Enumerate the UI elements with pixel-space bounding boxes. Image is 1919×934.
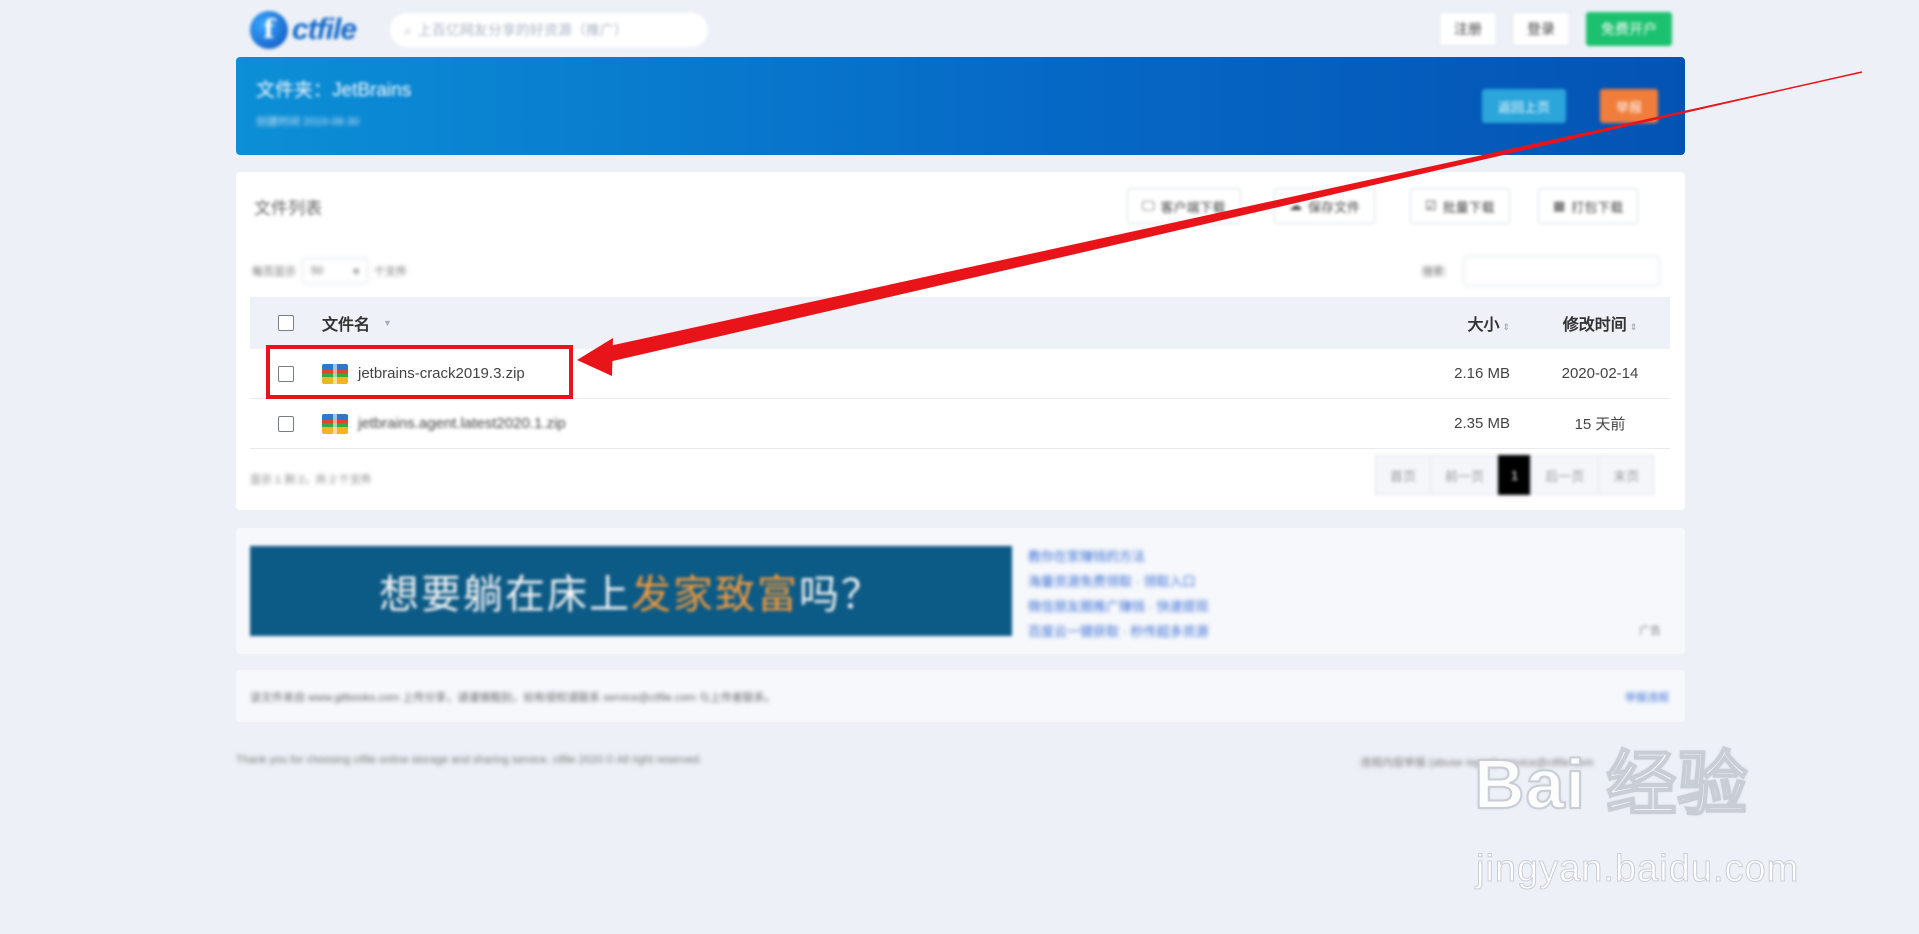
pagination: 首页 前一页 1 后一页 末页 — [1375, 455, 1655, 495]
first-page-button[interactable]: 首页 — [1375, 455, 1432, 495]
chevron-down-icon: ▾ — [353, 265, 359, 278]
search-placeholder: 上百亿网友分享的好资源（推广） — [417, 22, 628, 38]
package-download-button[interactable]: ▦ 打包下载 — [1538, 188, 1639, 224]
ad-links: 教你在家赚钱的方法 海量资源免费领取 · 领取入口 微信朋友圈推广赚钱 · 快速… — [1028, 546, 1209, 640]
ad-link[interactable]: 教你在家赚钱的方法 — [1028, 546, 1209, 565]
logo-text: ctfile — [292, 13, 357, 46]
date-column-header[interactable]: 修改时间 ⇕ — [1530, 311, 1670, 335]
table-search: 搜索: — [1422, 256, 1661, 286]
file-date: 15 天前 — [1574, 416, 1626, 433]
archive-icon: ▦ — [1553, 198, 1566, 213]
ad-banner-image[interactable]: 想要躺在床上 发家致富 吗？ — [250, 546, 1012, 636]
sort-icon: ⇕ — [1629, 322, 1638, 332]
notice-text: 该文件来自 www.gitbooks.com 上传分享，请谨慎甄别，如有侵权请联… — [250, 692, 776, 704]
watermark-logo: Bai 经验 — [1473, 744, 1749, 824]
table-header: 文件名 ▼ 大小 ⇕ 修改时间 ⇕ — [250, 297, 1670, 349]
zip-file-icon — [322, 413, 348, 434]
register-button[interactable]: 注册 — [1439, 12, 1497, 46]
ad-link[interactable]: 海量资源免费领取 · 领取入口 — [1028, 571, 1209, 590]
last-page-button[interactable]: 末页 — [1598, 455, 1655, 495]
size-column-header[interactable]: 大小 ⇕ — [1380, 311, 1530, 335]
ad-text-a: 想要躺在床上 — [379, 573, 631, 617]
file-size: 2.35 MB — [1454, 415, 1510, 432]
check-icon: ☑ — [1425, 198, 1437, 213]
sort-icon: ⇕ — [1502, 322, 1510, 332]
file-list-panel: 文件列表 🖵 客户端下载 ☁ 保存文件 ☑ 批量下载 ▦ 打包下载 每页显示 5… — [236, 172, 1685, 510]
next-page-button[interactable]: 后一页 — [1530, 455, 1600, 495]
ad-panel: 想要躺在床上 发家致富 吗？ 教你在家赚钱的方法 海量资源免费领取 · 领取入口 微… — [236, 528, 1685, 654]
client-download-button[interactable]: 🖵 客户端下载 — [1127, 188, 1241, 224]
footer-copyright: Thank you for choosing ctfile online sto… — [236, 754, 703, 766]
prev-page-button[interactable]: 前一页 — [1430, 455, 1500, 495]
save-file-label: 保存文件 — [1308, 199, 1361, 215]
highlight-box — [266, 345, 573, 399]
name-header-label: 文件名 — [322, 317, 371, 334]
watermark-url: jingyan.baidu.com — [1475, 848, 1800, 891]
package-download-label: 打包下载 — [1571, 199, 1624, 215]
folder-banner: 文件夹：JetBrains 创建时间 2019-08-30 返回上页 举报 — [236, 57, 1685, 155]
monitor-icon: 🖵 — [1142, 198, 1155, 213]
name-column-header[interactable]: 文件名 ▼ — [322, 311, 1380, 335]
report-button[interactable]: 举报 — [1600, 89, 1659, 123]
ad-link[interactable]: 微信朋友圈推广赚钱 · 快速提现 — [1028, 596, 1209, 615]
back-button[interactable]: 返回上页 — [1482, 89, 1567, 123]
file-date: 2020-02-14 — [1561, 365, 1639, 382]
ad-text-b: 吗？ — [799, 573, 883, 617]
login-button[interactable]: 登录 — [1512, 12, 1570, 46]
length-suffix: 个文件 — [374, 266, 407, 278]
batch-download-button[interactable]: ☑ 批量下载 — [1410, 188, 1510, 224]
folder-title: 文件夹：JetBrains — [256, 80, 412, 101]
page-length-select[interactable]: 50 ▾ — [302, 258, 368, 284]
ad-link[interactable]: 百度云一键获取 · 秒传超多资源 — [1028, 621, 1209, 640]
length-prefix: 每页显示 — [252, 266, 296, 278]
sort-desc-icon: ▼ — [383, 318, 392, 328]
top-bar: f ctfile ⌕ 上百亿网友分享的好资源（推广） 注册 登录 免费开户 — [236, 8, 1686, 52]
site-search-input[interactable]: ⌕ 上百亿网友分享的好资源（推广） — [390, 13, 708, 47]
file-size: 2.16 MB — [1454, 365, 1510, 382]
table-info: 显示 1 到 2，共 2 个文件 — [250, 474, 372, 486]
baidu-watermark: Bai 经验 jingyan.baidu.com — [1473, 728, 1799, 891]
ad-tag: 广告 — [1639, 625, 1661, 637]
open-account-button[interactable]: 免费开户 — [1586, 12, 1672, 46]
page-length-control: 每页显示 50 ▾ 个文件 — [252, 258, 407, 284]
size-header-label: 大小 — [1467, 317, 1500, 334]
logo-icon: f — [250, 11, 288, 49]
report-abuse-link[interactable]: 举报违规 — [1625, 689, 1669, 705]
client-download-label: 客户端下载 — [1160, 199, 1226, 215]
date-header-label: 修改时间 — [1562, 317, 1627, 334]
search-icon: ⌕ — [404, 21, 412, 38]
current-page-button[interactable]: 1 — [1498, 455, 1532, 495]
panel-title: 文件列表 — [254, 199, 322, 218]
table-search-input[interactable] — [1463, 256, 1661, 286]
file-name-link[interactable]: jetbrains.agent.latest2020.1.zip — [358, 415, 566, 432]
table-search-label: 搜索: — [1422, 266, 1448, 278]
page-length-value: 50 — [311, 265, 324, 277]
batch-download-label: 批量下载 — [1442, 199, 1495, 215]
site-logo[interactable]: f ctfile — [250, 8, 357, 52]
save-file-button[interactable]: ☁ 保存文件 — [1274, 188, 1376, 224]
table-row: jetbrains.agent.latest2020.1.zip 2.35 MB… — [250, 399, 1670, 449]
select-all-checkbox[interactable] — [278, 315, 294, 331]
ad-text-highlight: 发家致富 — [631, 573, 799, 617]
folder-created-date: 创建时间 2019-08-30 — [256, 116, 360, 128]
cloud-icon: ☁ — [1289, 198, 1302, 213]
notice-bar: 该文件来自 www.gitbooks.com 上传分享，请谨慎甄别，如有侵权请联… — [236, 670, 1685, 722]
row-checkbox[interactable] — [278, 415, 294, 432]
